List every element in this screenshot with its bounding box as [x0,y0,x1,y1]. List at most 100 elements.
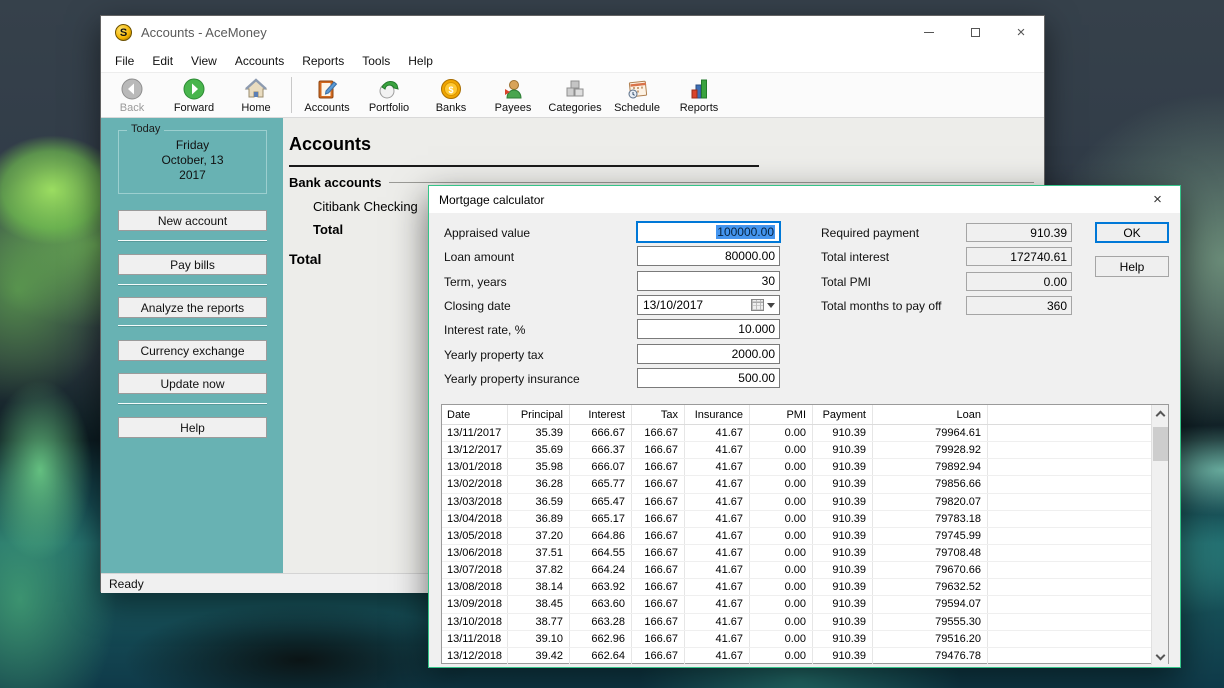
table-row[interactable]: 13/06/201837.51664.55166.6741.670.00910.… [442,545,1151,562]
table-cell: 79745.99 [873,528,988,544]
column-header-interest[interactable]: Interest [570,405,632,424]
menu-file[interactable]: File [106,51,143,71]
table-cell: 41.67 [685,545,750,561]
help-button[interactable]: Help [1095,256,1169,277]
analyze-reports-button[interactable]: Analyze the reports [118,297,267,318]
banks-button[interactable]: $ Banks [422,74,480,116]
menu-reports[interactable]: Reports [293,51,353,71]
table-cell-filler [988,511,1151,527]
table-row[interactable]: 13/12/201735.69666.37166.6741.670.00910.… [442,442,1151,459]
table-cell-filler [988,631,1151,647]
reports-icon [687,77,711,101]
ok-button[interactable]: OK [1095,222,1169,243]
grand-total-label: Total [289,251,321,267]
table-row[interactable]: 13/11/201735.39666.67166.6741.670.00910.… [442,425,1151,442]
reports-button[interactable]: Reports [670,74,728,116]
vertical-scrollbar[interactable] [1151,405,1168,665]
mortgage-calculator-dialog: Mortgage calculator × Appraised value Lo… [428,185,1181,668]
interest-rate-input[interactable]: 10.000 [637,319,780,339]
table-row[interactable]: 13/05/201837.20664.86166.6741.670.00910.… [442,528,1151,545]
chevron-down-icon[interactable] [767,303,775,308]
title-bar[interactable]: S Accounts - AceMoney × [101,16,1044,49]
total-months-output: 360 [966,296,1072,315]
table-cell: 79964.61 [873,425,988,441]
sidebar-separator [118,240,267,241]
dialog-title-bar[interactable]: Mortgage calculator × [429,186,1180,213]
term-years-input[interactable]: 30 [637,271,780,291]
column-header-pmi[interactable]: PMI [750,405,813,424]
currency-exchange-button[interactable]: Currency exchange [118,340,267,361]
table-row[interactable]: 13/12/201839.42662.64166.6741.670.00910.… [442,648,1151,665]
table-cell: 37.20 [508,528,570,544]
column-header-tax[interactable]: Tax [632,405,685,424]
table-cell: 41.67 [685,528,750,544]
scrollbar-thumb[interactable] [1153,427,1168,461]
account-citibank-checking[interactable]: Citibank Checking [313,199,418,214]
schedule-button[interactable]: Schedule [608,74,666,116]
close-button[interactable]: × [998,16,1044,49]
table-cell: 166.67 [632,648,685,664]
table-row[interactable]: 13/08/201838.14663.92166.6741.670.00910.… [442,579,1151,596]
help-button-sidebar[interactable]: Help [118,417,267,438]
menu-accounts[interactable]: Accounts [226,51,293,71]
table-cell: 41.67 [685,459,750,475]
maximize-button[interactable] [952,16,998,49]
home-button[interactable]: Home [227,74,285,116]
pay-bills-button[interactable]: Pay bills [118,254,267,275]
scroll-down-icon[interactable] [1156,652,1164,660]
accounts-button[interactable]: Accounts [298,74,356,116]
dialog-close-button[interactable]: × [1135,186,1180,213]
table-cell: 41.67 [685,614,750,630]
window-title: Accounts - AceMoney [141,25,267,40]
page-title: Accounts [289,134,371,155]
scroll-up-icon[interactable] [1156,410,1164,418]
table-cell: 39.10 [508,631,570,647]
table-row[interactable]: 13/03/201836.59665.47166.6741.670.00910.… [442,494,1151,511]
column-header-loan[interactable]: Loan [873,405,988,424]
table-row[interactable]: 13/11/201839.10662.96166.6741.670.00910.… [442,631,1151,648]
column-header-insurance[interactable]: Insurance [685,405,750,424]
table-row[interactable]: 13/02/201836.28665.77166.6741.670.00910.… [442,476,1151,493]
menu-edit[interactable]: Edit [143,51,182,71]
svg-text:$: $ [448,85,453,95]
update-now-button[interactable]: Update now [118,373,267,394]
table-row[interactable]: 13/04/201836.89665.17166.6741.670.00910.… [442,511,1151,528]
new-account-button[interactable]: New account [118,210,267,231]
total-interest-label: Total interest [821,250,889,264]
column-header-principal[interactable]: Principal [508,405,570,424]
table-cell: 910.39 [813,648,873,664]
appraised-value-input[interactable]: 100000.00 [637,222,780,242]
closing-date-value: 13/10/2017 [643,298,703,312]
menu-help[interactable]: Help [399,51,442,71]
minimize-button[interactable] [906,16,952,49]
table-cell: 910.39 [813,631,873,647]
banks-icon: $ [439,77,463,101]
table-row[interactable]: 13/09/201838.45663.60166.6741.670.00910.… [442,596,1151,613]
table-cell: 38.14 [508,579,570,595]
property-tax-input[interactable]: 2000.00 [637,344,780,364]
total-pmi-label: Total PMI [821,275,871,289]
table-row[interactable]: 13/01/201835.98666.07166.6741.670.00910.… [442,459,1151,476]
portfolio-button[interactable]: Portfolio [360,74,418,116]
menu-tools[interactable]: Tools [353,51,399,71]
today-date: Friday October, 13 2017 [119,138,266,183]
table-cell: 910.39 [813,511,873,527]
required-payment-output: 910.39 [966,223,1072,242]
table-cell: 0.00 [750,459,813,475]
table-row[interactable]: 13/10/201838.77663.28166.6741.670.00910.… [442,614,1151,631]
total-pmi-output: 0.00 [966,272,1072,291]
back-button[interactable]: Back [103,74,161,116]
column-header-payment[interactable]: Payment [813,405,873,424]
property-insurance-input[interactable]: 500.00 [637,368,780,388]
closing-date-picker[interactable]: 13/10/2017 [637,295,780,315]
loan-amount-input[interactable]: 80000.00 [637,246,780,266]
menu-view[interactable]: View [182,51,226,71]
categories-button[interactable]: Categories [546,74,604,116]
payees-button[interactable]: Payees [484,74,542,116]
table-cell: 666.37 [570,442,632,458]
table-cell: 41.67 [685,425,750,441]
forward-button[interactable]: Forward [165,74,223,116]
column-header-date[interactable]: Date [442,405,508,424]
bank-accounts-total-label: Total [313,222,343,237]
table-row[interactable]: 13/07/201837.82664.24166.6741.670.00910.… [442,562,1151,579]
